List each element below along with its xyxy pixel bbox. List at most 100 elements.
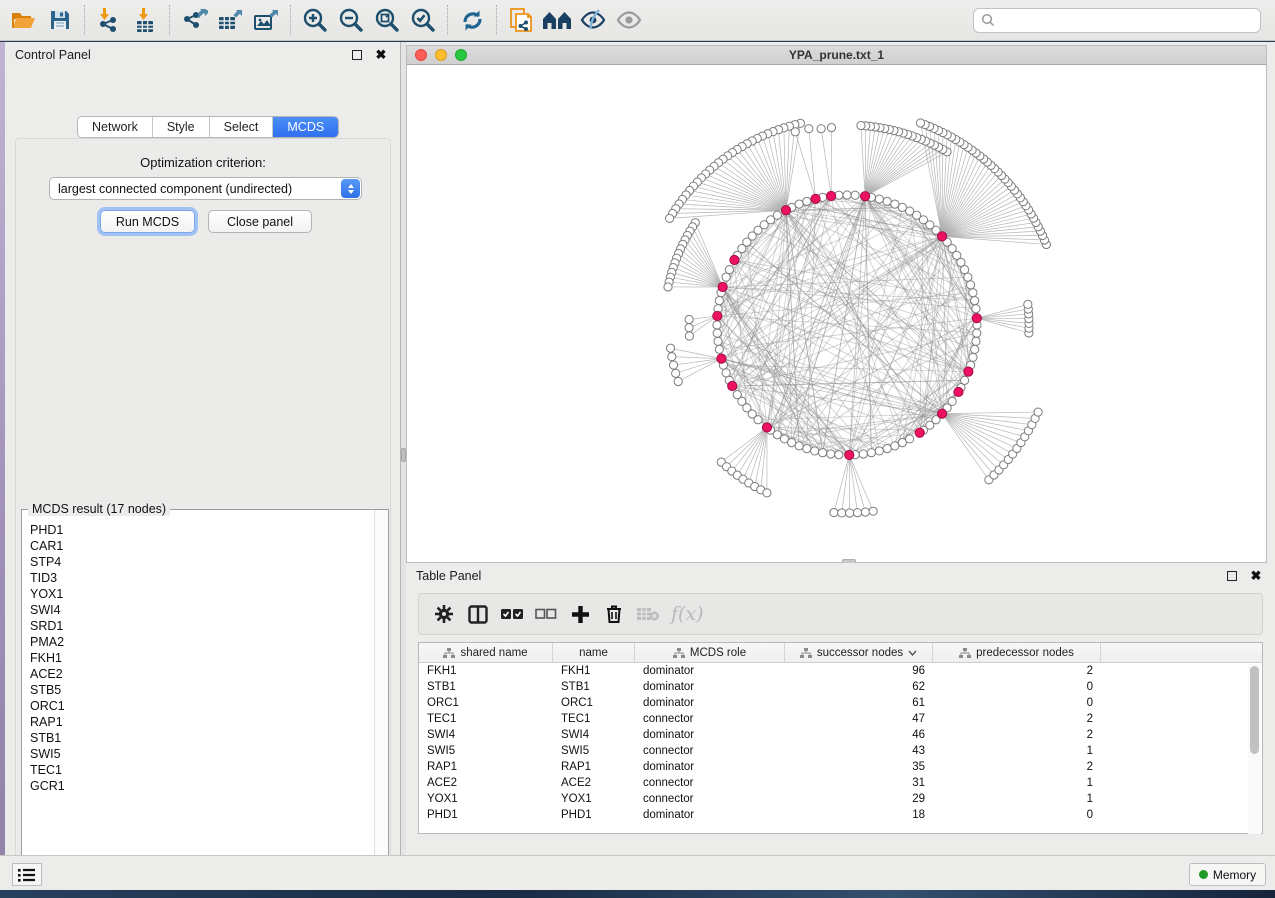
graph-mcds-node[interactable] [972, 314, 981, 323]
zoom-fit-button[interactable] [369, 3, 405, 37]
graph-node[interactable] [827, 450, 835, 458]
graph-mcds-node[interactable] [954, 387, 963, 396]
graph-node[interactable] [715, 297, 723, 305]
graph-node[interactable] [967, 281, 975, 289]
column-header-name[interactable]: name [553, 643, 635, 662]
graph-node[interactable] [803, 197, 811, 205]
tab-network[interactable]: Network [78, 117, 153, 137]
graph-mcds-node[interactable] [718, 282, 727, 291]
graph-node[interactable] [857, 121, 865, 129]
graph-node[interactable] [883, 445, 891, 453]
export-network-button[interactable] [176, 3, 212, 37]
table-row[interactable]: ACE2ACE2connector311 [419, 775, 1262, 791]
graph-mcds-node[interactable] [827, 191, 836, 200]
graph-node[interactable] [685, 332, 693, 340]
zoom-out-button[interactable] [333, 3, 369, 37]
unselect-all-columns-button[interactable] [529, 597, 563, 631]
graph-node[interactable] [973, 329, 981, 337]
table-close-button[interactable]: ✖ [1247, 568, 1265, 584]
mcds-list-scrollbar[interactable] [374, 510, 388, 879]
graph-mcds-node[interactable] [762, 423, 771, 432]
graph-node[interactable] [853, 509, 861, 517]
graph-mcds-node[interactable] [937, 232, 946, 241]
mcds-result-item[interactable]: TEC1 [30, 762, 373, 778]
graph-node[interactable] [851, 191, 859, 199]
import-table-button[interactable] [127, 3, 163, 37]
graph-node[interactable] [722, 273, 730, 281]
graph-node[interactable] [861, 508, 869, 516]
graph-node[interactable] [674, 377, 682, 385]
graph-mcds-node[interactable] [730, 255, 739, 264]
graph-node[interactable] [969, 353, 977, 361]
mcds-result-item[interactable]: ORC1 [30, 698, 373, 714]
table-row[interactable]: YOX1YOX1connector291 [419, 791, 1262, 807]
tab-style[interactable]: Style [153, 117, 210, 137]
mcds-result-item[interactable]: STB1 [30, 730, 373, 746]
import-network-button[interactable] [91, 3, 127, 37]
graph-node[interactable] [665, 214, 673, 222]
graph-node[interactable] [685, 324, 693, 332]
graph-node[interactable] [846, 509, 854, 517]
mcds-result-item[interactable]: YOX1 [30, 586, 373, 602]
graph-node[interactable] [672, 369, 680, 377]
mcds-result-item[interactable]: RAP1 [30, 714, 373, 730]
column-header-successor-nodes[interactable]: successor nodes [785, 643, 933, 662]
graph-node[interactable] [817, 125, 825, 133]
graph-node[interactable] [1034, 408, 1042, 416]
mcds-result-item[interactable]: STP4 [30, 554, 373, 570]
search-box[interactable] [973, 8, 1261, 33]
graph-node[interactable] [971, 297, 979, 305]
export-table-button[interactable] [212, 3, 248, 37]
zoom-selected-button[interactable] [405, 3, 441, 37]
table-scrollbar[interactable] [1248, 664, 1261, 834]
graph-node[interactable] [805, 125, 813, 133]
graph-node[interactable] [969, 289, 977, 297]
graph-node[interactable] [971, 345, 979, 353]
mcds-result-item[interactable]: SWI5 [30, 746, 373, 762]
graph-node[interactable] [715, 345, 723, 353]
graph-node[interactable] [859, 450, 867, 458]
graph-node[interactable] [791, 128, 799, 136]
mcds-result-item[interactable]: CAR1 [30, 538, 373, 554]
criterion-dropdown[interactable]: largest connected component (undirected) [49, 177, 362, 200]
export-image-button[interactable] [248, 3, 284, 37]
graph-node[interactable] [843, 191, 851, 199]
graph-mcds-node[interactable] [964, 367, 973, 376]
graph-node[interactable] [713, 329, 721, 337]
graph-node[interactable] [835, 451, 843, 459]
graph-node[interactable] [964, 273, 972, 281]
graph-node[interactable] [1024, 300, 1032, 308]
mcds-result-item[interactable]: PHD1 [30, 522, 373, 538]
graph-node[interactable] [961, 376, 969, 384]
graph-node[interactable] [803, 445, 811, 453]
graph-node[interactable] [906, 435, 914, 443]
mcds-result-item[interactable]: FKH1 [30, 650, 373, 666]
graph-node[interactable] [916, 119, 924, 127]
show-all-button[interactable] [611, 3, 647, 37]
save-session-button[interactable] [42, 3, 78, 37]
graph-mcds-node[interactable] [811, 194, 820, 203]
graph-node[interactable] [830, 508, 838, 516]
graph-node[interactable] [972, 305, 980, 313]
graph-node[interactable] [819, 449, 827, 457]
close-panel-button[interactable]: ✖ [372, 47, 390, 63]
graph-node[interactable] [714, 337, 722, 345]
graph-node[interactable] [763, 489, 771, 497]
graph-node[interactable] [668, 353, 676, 361]
graph-mcds-node[interactable] [781, 206, 790, 215]
column-header-predecessor-nodes[interactable]: predecessor nodes [933, 643, 1101, 662]
search-input[interactable] [995, 13, 1253, 27]
zoom-in-button[interactable] [297, 3, 333, 37]
mcds-result-item[interactable]: ACE2 [30, 666, 373, 682]
mcds-result-item[interactable]: SWI4 [30, 602, 373, 618]
graph-node[interactable] [666, 344, 674, 352]
float-panel-button[interactable] [348, 47, 366, 63]
hide-selected-button[interactable] [575, 3, 611, 37]
graph-node[interactable] [795, 442, 803, 450]
graph-node[interactable] [883, 197, 891, 205]
select-all-columns-button[interactable] [495, 597, 529, 631]
graph-mcds-node[interactable] [845, 450, 854, 459]
close-panel-action-button[interactable]: Close panel [208, 210, 312, 233]
table-row[interactable]: STB1STB1dominator620 [419, 679, 1262, 695]
table-row[interactable]: FKH1FKH1dominator962 [419, 663, 1262, 679]
